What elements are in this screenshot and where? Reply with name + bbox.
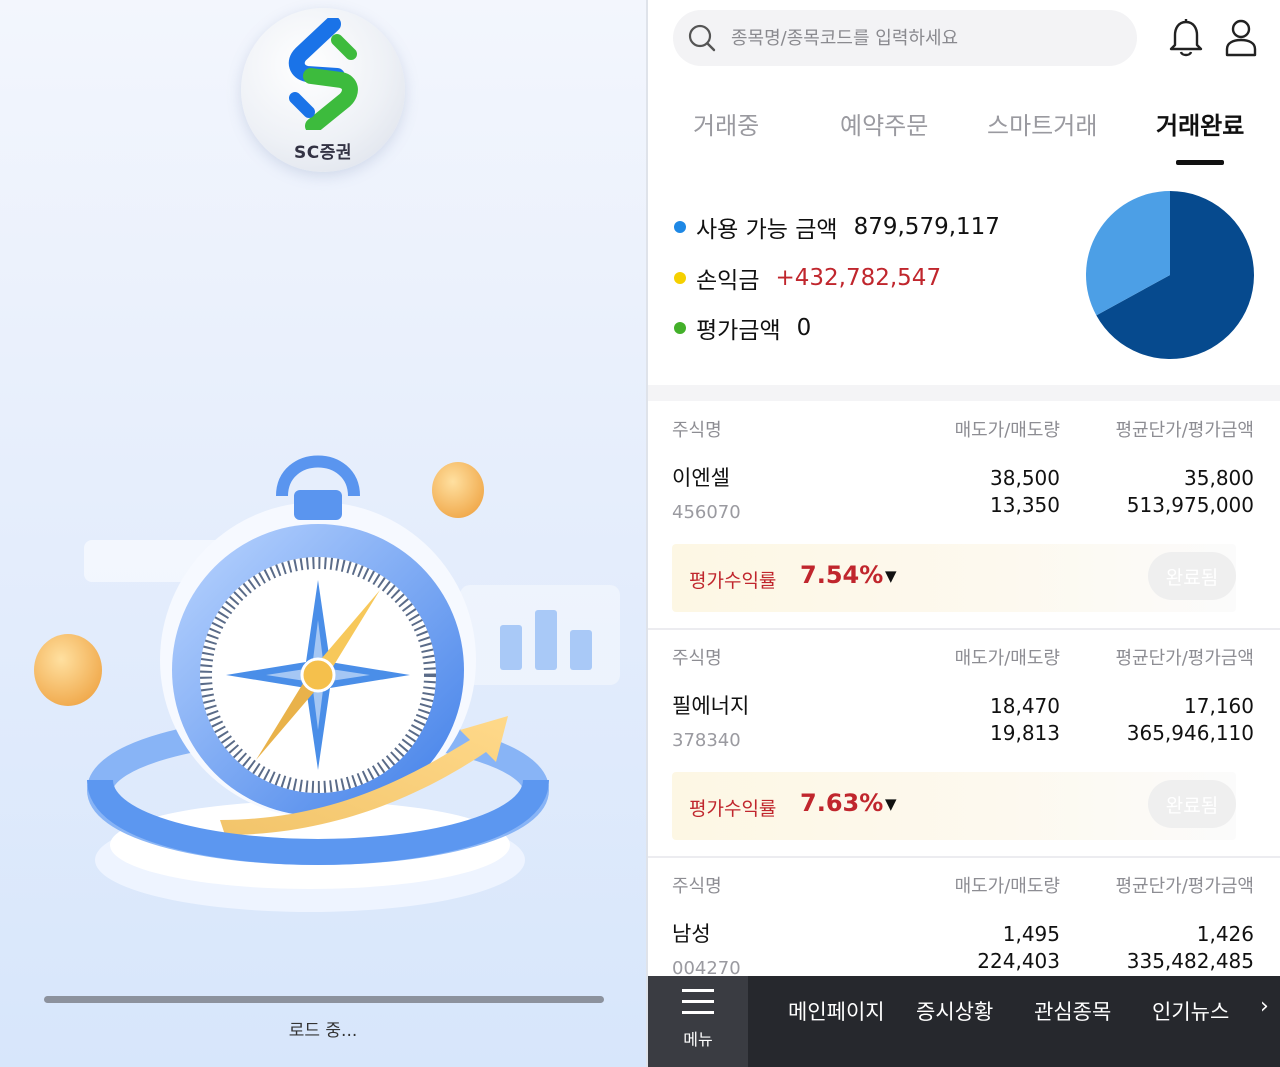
col-avg-header: 평균단가/평가금액 xyxy=(1115,876,1254,897)
return-rate-value: 7.63% xyxy=(800,789,884,817)
profit-label: 손익금 xyxy=(696,268,760,294)
stock-card[interactable]: 주식명 매도가/매도량 평균단가/평가금액 필에너지 378340 18,470… xyxy=(648,630,1280,858)
col-sell-header: 매도가/매도량 xyxy=(954,648,1060,669)
section-gap xyxy=(648,385,1280,401)
summary-valuation: 평가금액 0 xyxy=(674,311,811,345)
compass-illustration xyxy=(34,455,620,912)
col-name-header: 주식명 xyxy=(672,876,722,897)
nav-market-status[interactable]: 증시상황 xyxy=(916,996,993,1026)
sell-quantity: 13,350 xyxy=(990,493,1060,517)
return-rate-label: 평가수익률 xyxy=(689,570,777,592)
asset-pie-chart xyxy=(1086,191,1254,359)
avg-price: 35,800 xyxy=(1184,466,1254,490)
col-avg-header: 평균단가/평가금액 xyxy=(1115,648,1254,669)
brand-logo: SC증권 xyxy=(241,8,405,172)
loading-screen: SC증권 로드 중... xyxy=(0,0,646,1067)
completed-button[interactable]: 완료됨 xyxy=(1148,552,1236,600)
col-sell-header: 매도가/매도량 xyxy=(954,420,1060,441)
summary-available: 사용 가능 금액 879,579,117 xyxy=(674,210,1000,244)
sell-price: 18,470 xyxy=(990,694,1060,718)
profit-dot xyxy=(674,272,686,284)
stock-code: 378340 xyxy=(672,730,741,751)
stock-name: 남성 xyxy=(672,922,711,946)
eval-amount: 513,975,000 xyxy=(1126,493,1254,517)
stock-card[interactable]: 주식명 매도가/매도량 평균단가/평가금액 이엔셀 456070 38,500 … xyxy=(648,402,1280,630)
eval-amount: 335,482,485 xyxy=(1126,949,1254,973)
order-tabs: 거래중 예약주문 스마트거래 거래완료 xyxy=(648,100,1280,170)
menu-button[interactable]: 메뉴 xyxy=(648,976,748,1067)
return-rate-box: 평가수익률 7.54% ▼ 완료됨 xyxy=(672,544,1236,612)
bottom-navigation: 메뉴 메인페이지 증시상황 관심종목 인기뉴스 › xyxy=(648,976,1280,1067)
tab-smart-trade[interactable]: 스마트거래 xyxy=(987,106,1097,141)
summary-profit: 손익금 +432,782,547 xyxy=(674,261,941,295)
valuation-value: 0 xyxy=(796,315,812,341)
nav-main-page[interactable]: 메인페이지 xyxy=(788,996,885,1026)
menu-label: 메뉴 xyxy=(683,1030,713,1049)
avg-price: 1,426 xyxy=(1196,922,1254,946)
sell-price: 1,495 xyxy=(1002,922,1060,946)
eval-amount: 365,946,110 xyxy=(1126,721,1254,745)
col-name-header: 주식명 xyxy=(672,420,722,441)
loading-status: 로드 중... xyxy=(288,1021,358,1041)
hamburger-icon xyxy=(682,989,714,1014)
valuation-dot xyxy=(674,322,686,334)
trading-screen: 거래중 예약주문 스마트거래 거래완료 사용 가능 금액 879,579,117… xyxy=(648,0,1280,1067)
stock-name: 필에너지 xyxy=(672,694,750,718)
stock-code: 456070 xyxy=(672,502,741,523)
available-dot xyxy=(674,221,686,233)
return-rate-value: 7.54% xyxy=(800,561,884,589)
profit-value: +432,782,547 xyxy=(775,265,942,291)
sc-logo-icon xyxy=(288,18,358,130)
col-avg-header: 평균단가/평가금액 xyxy=(1115,420,1254,441)
search-icon[interactable] xyxy=(687,23,717,53)
available-value: 879,579,117 xyxy=(853,214,1000,240)
nav-popular-news[interactable]: 인기뉴스 xyxy=(1152,996,1229,1026)
stock-name: 이엔셀 xyxy=(672,466,730,490)
user-icon[interactable] xyxy=(1223,18,1259,58)
brand-text: SC증권 xyxy=(294,143,352,163)
caret-down-icon[interactable]: ▼ xyxy=(885,795,897,813)
tab-completed[interactable]: 거래완료 xyxy=(1156,106,1244,141)
return-rate-label: 평가수익률 xyxy=(689,798,777,820)
sell-quantity: 19,813 xyxy=(990,721,1060,745)
search-input[interactable] xyxy=(729,26,1113,50)
completed-button[interactable]: 완료됨 xyxy=(1148,780,1236,828)
col-name-header: 주식명 xyxy=(672,648,722,669)
caret-down-icon[interactable]: ▼ xyxy=(885,567,897,585)
valuation-label: 평가금액 xyxy=(696,318,781,344)
return-rate-box: 평가수익률 7.63% ▼ 완료됨 xyxy=(672,772,1236,840)
search-bar[interactable] xyxy=(673,10,1137,66)
loading-progress-bar xyxy=(44,996,604,1003)
sell-quantity: 224,403 xyxy=(977,949,1060,973)
avg-price: 17,160 xyxy=(1184,694,1254,718)
nav-watchlist[interactable]: 관심종목 xyxy=(1034,996,1111,1026)
bell-icon[interactable] xyxy=(1168,18,1204,58)
tab-reserved-order[interactable]: 예약주문 xyxy=(840,106,928,141)
active-tab-indicator xyxy=(1176,160,1224,165)
col-sell-header: 매도가/매도량 xyxy=(954,876,1060,897)
chevron-right-icon[interactable]: › xyxy=(1260,994,1269,1019)
sell-price: 38,500 xyxy=(990,466,1060,490)
available-label: 사용 가능 금액 xyxy=(696,217,838,243)
tab-trading[interactable]: 거래중 xyxy=(693,106,759,141)
